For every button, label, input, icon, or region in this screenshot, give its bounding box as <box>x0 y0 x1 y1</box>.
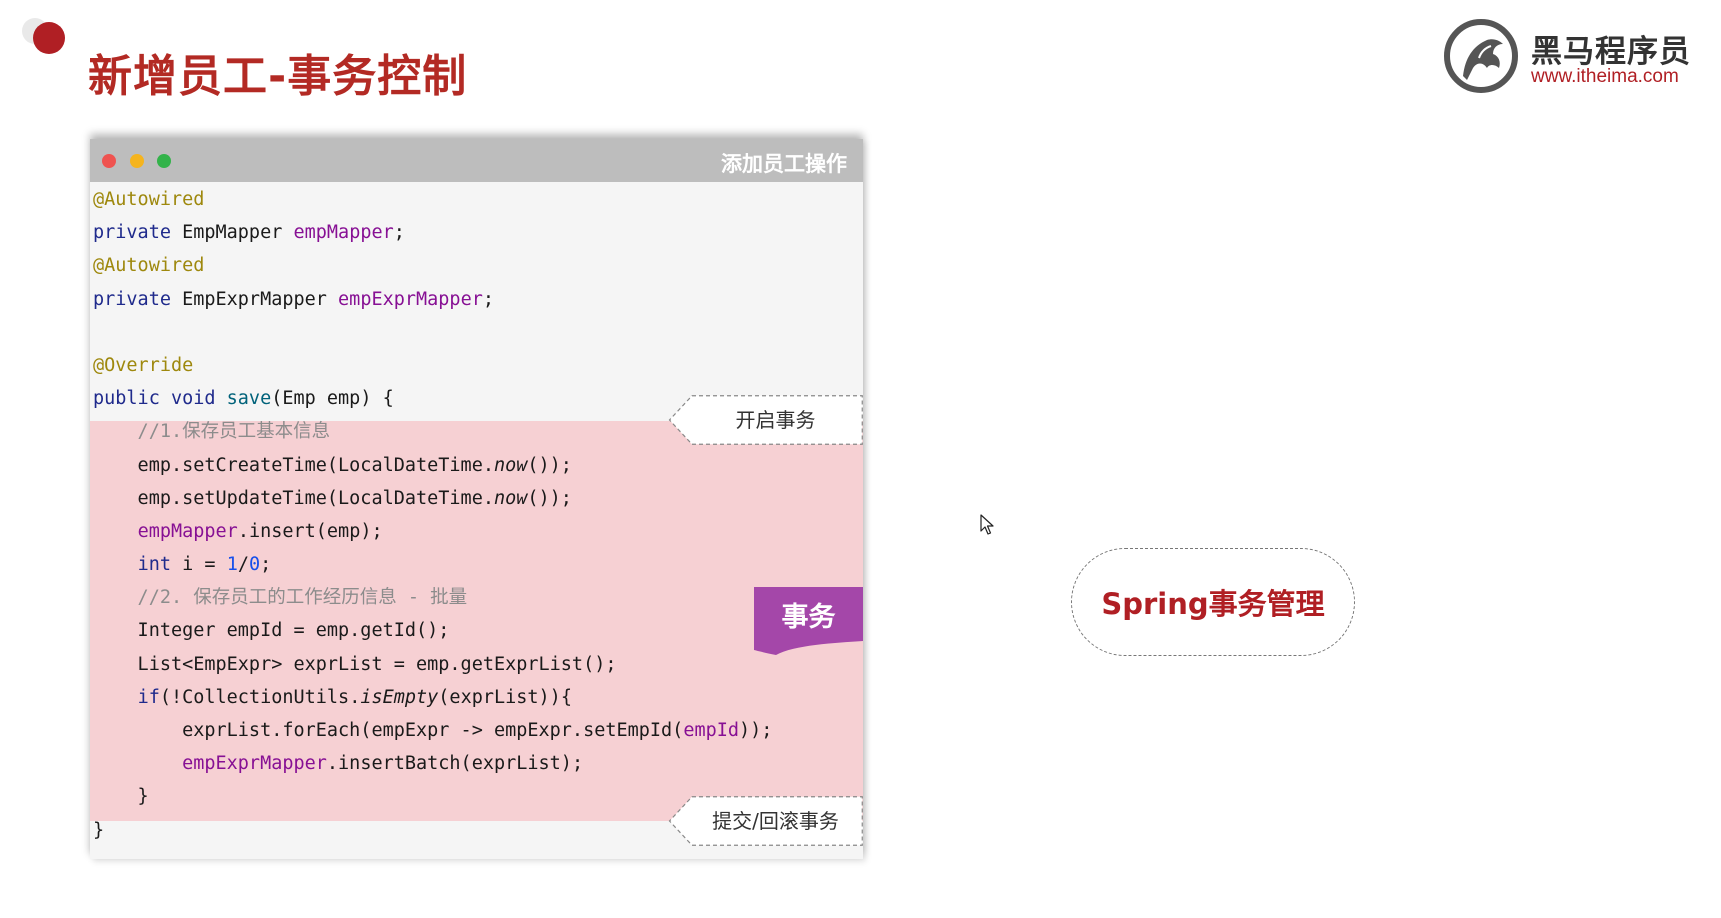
static-method: now <box>493 454 528 476</box>
horse-logo-icon <box>1444 19 1518 93</box>
code-line: exprList.forEach(empExpr -> empExpr.setE… <box>93 714 772 747</box>
code-text: / <box>237 554 249 576</box>
code-text: EmpExprMapper <box>170 288 339 310</box>
close-dot-icon <box>102 154 116 168</box>
code-window: 添加员工操作 @Autowired private EmpMapper empM… <box>90 139 863 859</box>
code-text: ; <box>393 222 405 244</box>
code-text: (!CollectionUtils. <box>159 686 361 708</box>
maximize-dot-icon <box>157 154 171 168</box>
begin-transaction-callout: 开启事务 <box>668 395 863 445</box>
code-text: emp.setUpdateTime(LocalDateTime. <box>93 487 494 509</box>
page-title: 新增员工-事务控制 <box>88 51 468 102</box>
static-method: now <box>493 487 528 509</box>
code-line: emp.setUpdateTime(LocalDateTime.now()); <box>93 482 772 515</box>
field-name: empMapper <box>293 222 394 244</box>
keyword: if <box>137 686 160 708</box>
code-line: Integer empId = emp.getId(); <box>93 620 450 642</box>
code-comment: //2. 保存员工的工作经历信息 - 批量 <box>93 587 468 609</box>
code-text: (exprList)){ <box>438 686 572 708</box>
code-line: List<EmpExpr> exprList = emp.getExprList… <box>93 653 617 675</box>
keyword: public void <box>93 388 227 410</box>
code-text: i = <box>170 554 227 576</box>
begin-transaction-label: 开启事务 <box>735 408 816 432</box>
field-name: empId <box>683 720 740 741</box>
itheima-logo: 黑马程序员 www.itheima.com <box>1443 18 1703 94</box>
field-name: empExprMapper <box>338 288 483 310</box>
keyword: private <box>93 222 171 244</box>
annotation: @Autowired <box>93 189 205 210</box>
code-text: .insertBatch(exprList); <box>326 753 584 775</box>
transaction-tab-label: 事务 <box>781 602 836 633</box>
code-block: @Autowired private EmpMapper empMapper; … <box>93 183 772 847</box>
annotation: @Autowired <box>93 255 205 277</box>
logo-name: 黑马程序员 <box>1531 34 1691 70</box>
field-name: empMapper <box>137 520 238 542</box>
code-line: emp.setCreateTime(LocalDateTime.now()); <box>93 449 772 482</box>
window-title: 添加员工操作 <box>721 152 847 176</box>
code-line: private EmpMapper empMapper; <box>93 216 772 249</box>
mouse-pointer-icon <box>980 514 994 535</box>
static-method: isEmpty <box>360 686 439 708</box>
code-text: ()); <box>527 487 572 509</box>
logo-url: www.itheima.com <box>1531 66 1679 87</box>
code-text: emp.setCreateTime(LocalDateTime. <box>93 454 494 476</box>
code-line: @Autowired <box>93 183 772 216</box>
code-line: @Autowired <box>93 249 772 282</box>
window-titlebar: 添加员工操作 <box>90 139 863 182</box>
spring-transaction-management-label: Spring事务管理 <box>1071 548 1355 656</box>
commit-rollback-callout: 提交/回滚事务 <box>668 796 863 846</box>
code-line: if(!CollectionUtils.isEmpty(exprList)){ <box>93 681 772 714</box>
number-literal: 0 <box>248 554 261 576</box>
code-text: exprList.forEach(empExpr -> empExpr.setE… <box>93 720 684 741</box>
code-text: (Emp emp) { <box>271 388 394 410</box>
keyword: private <box>93 288 171 310</box>
method-name: save <box>226 388 272 410</box>
code-text: EmpMapper <box>170 222 294 244</box>
code-text: )); <box>739 720 773 741</box>
code-line: private EmpExprMapper empExprMapper; <box>93 283 772 316</box>
keyword: int <box>137 554 171 576</box>
code-line: empExprMapper.insertBatch(exprList); <box>93 747 772 780</box>
minimize-dot-icon <box>130 154 144 168</box>
code-text: ; <box>482 288 494 310</box>
code-text: .insert(emp); <box>237 520 383 542</box>
field-name: empExprMapper <box>182 753 327 775</box>
annotation: @Override <box>93 354 194 376</box>
code-line: @Override <box>93 349 772 382</box>
number-literal: 1 <box>226 554 238 576</box>
code-line: empMapper.insert(emp); <box>93 515 772 548</box>
code-text: ()); <box>527 454 572 476</box>
transaction-tab: 事务 <box>754 587 863 655</box>
code-text: ; <box>260 554 272 576</box>
commit-rollback-label: 提交/回滚事务 <box>712 809 839 833</box>
title-bullet <box>33 22 65 54</box>
code-line: int i = 1/0; <box>93 548 772 581</box>
